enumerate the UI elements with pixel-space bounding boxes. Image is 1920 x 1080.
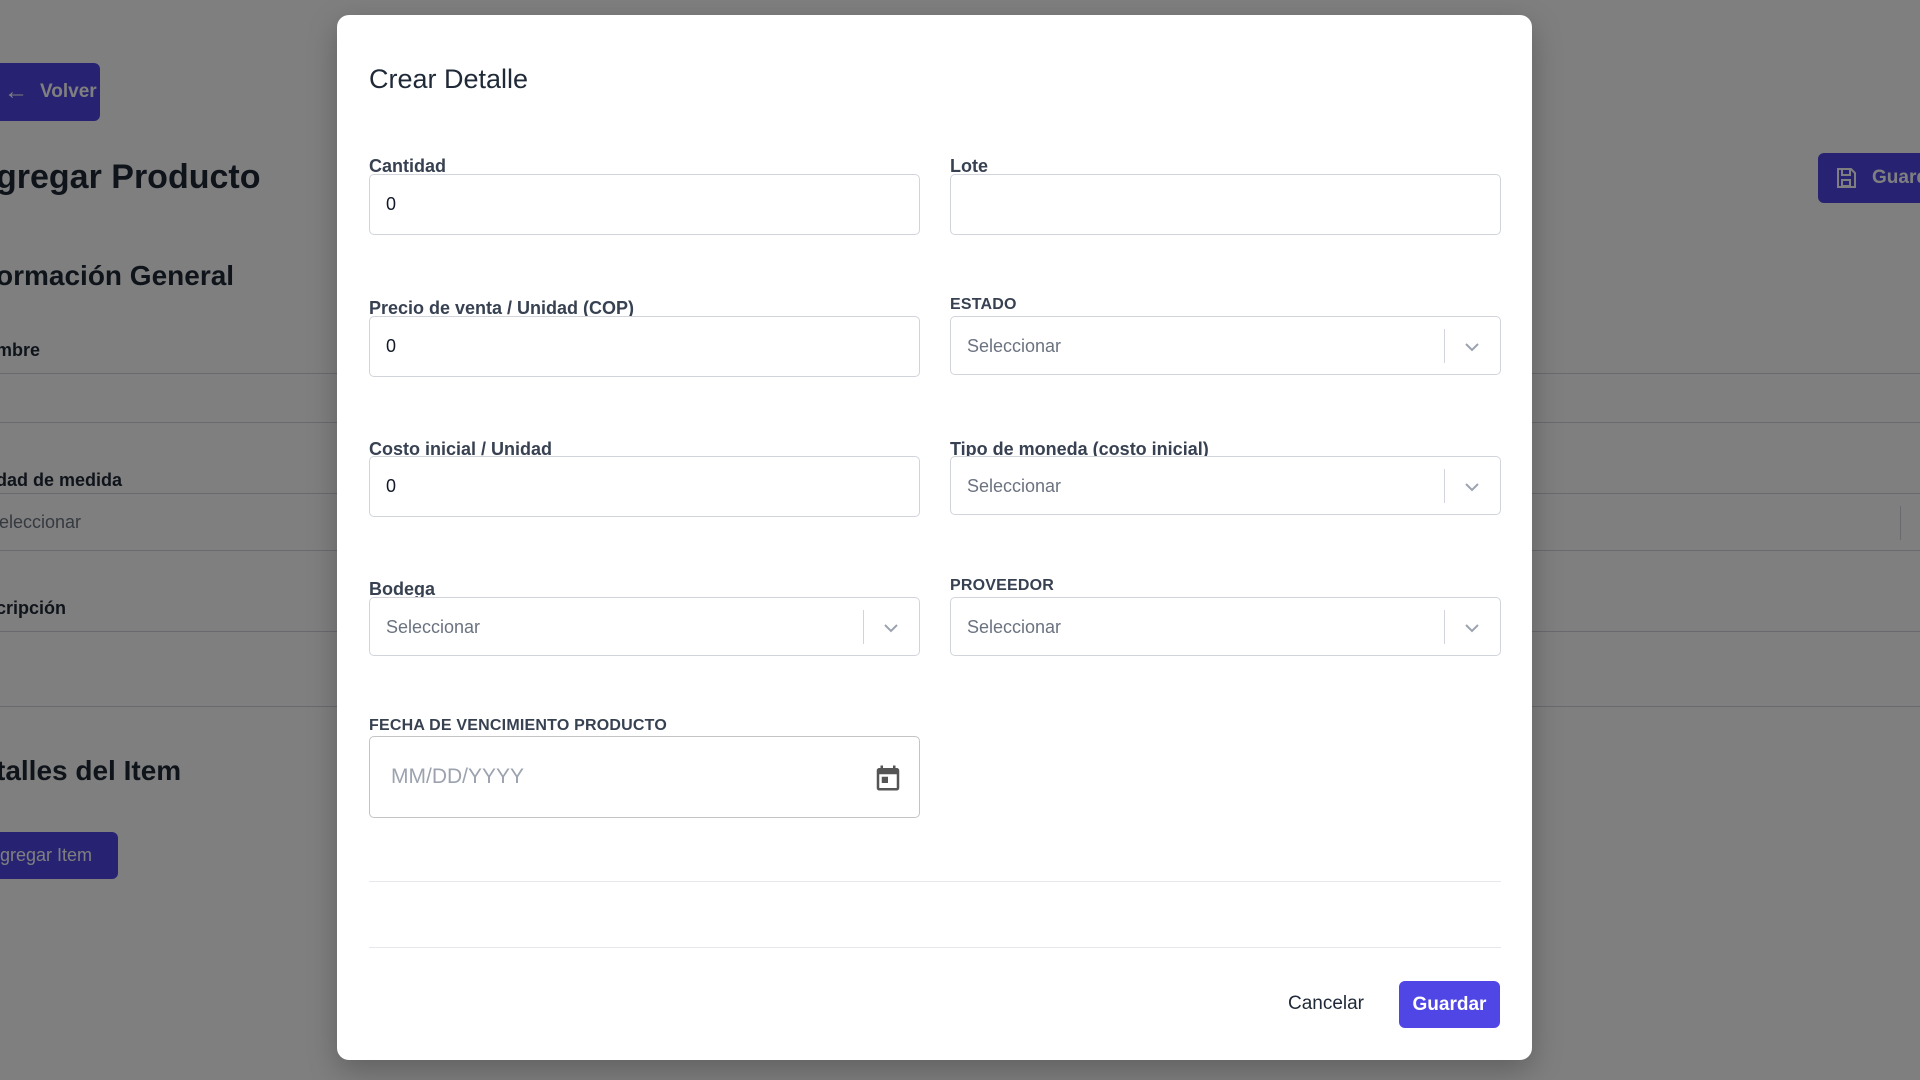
moneda-select-placeholder: Seleccionar	[967, 476, 1062, 496]
bodega-select-placeholder: Seleccionar	[386, 617, 481, 637]
select-separator	[863, 610, 864, 644]
estado-label: ESTADO	[950, 296, 1017, 313]
create-detail-modal: Crear Detalle Cantidad Lote Precio de ve…	[337, 15, 1532, 1060]
cantidad-input[interactable]	[369, 174, 920, 235]
select-separator	[1444, 469, 1445, 503]
fecha-label: FECHA DE VENCIMIENTO PRODUCTO	[369, 717, 667, 734]
cancel-button[interactable]: Cancelar	[1281, 982, 1371, 1026]
precio-input[interactable]	[369, 316, 920, 377]
proveedor-select-placeholder: Seleccionar	[967, 617, 1062, 637]
select-separator	[1444, 329, 1445, 363]
fecha-placeholder: MM/DD/YYYY	[391, 765, 525, 788]
select-separator	[1444, 610, 1445, 644]
chevron-down-icon[interactable]	[881, 618, 901, 638]
modal-title: Crear Detalle	[369, 64, 529, 94]
moneda-select[interactable]: Seleccionar	[950, 456, 1501, 515]
save-button[interactable]: Guardar	[1399, 981, 1500, 1028]
proveedor-label: PROVEEDOR	[950, 577, 1055, 594]
costo-input[interactable]	[369, 456, 920, 517]
proveedor-select[interactable]: Seleccionar	[950, 597, 1501, 656]
bodega-select[interactable]: Seleccionar	[369, 597, 920, 656]
lote-input[interactable]	[950, 174, 1501, 235]
chevron-down-icon[interactable]	[1462, 337, 1482, 357]
estado-select-placeholder: Seleccionar	[967, 336, 1062, 356]
calendar-icon[interactable]	[873, 763, 903, 793]
divider	[369, 881, 1501, 882]
chevron-down-icon[interactable]	[1462, 477, 1482, 497]
divider	[369, 947, 1501, 948]
fecha-date-input[interactable]: MM/DD/YYYY	[369, 736, 920, 818]
estado-select[interactable]: Seleccionar	[950, 316, 1501, 375]
chevron-down-icon[interactable]	[1462, 618, 1482, 638]
